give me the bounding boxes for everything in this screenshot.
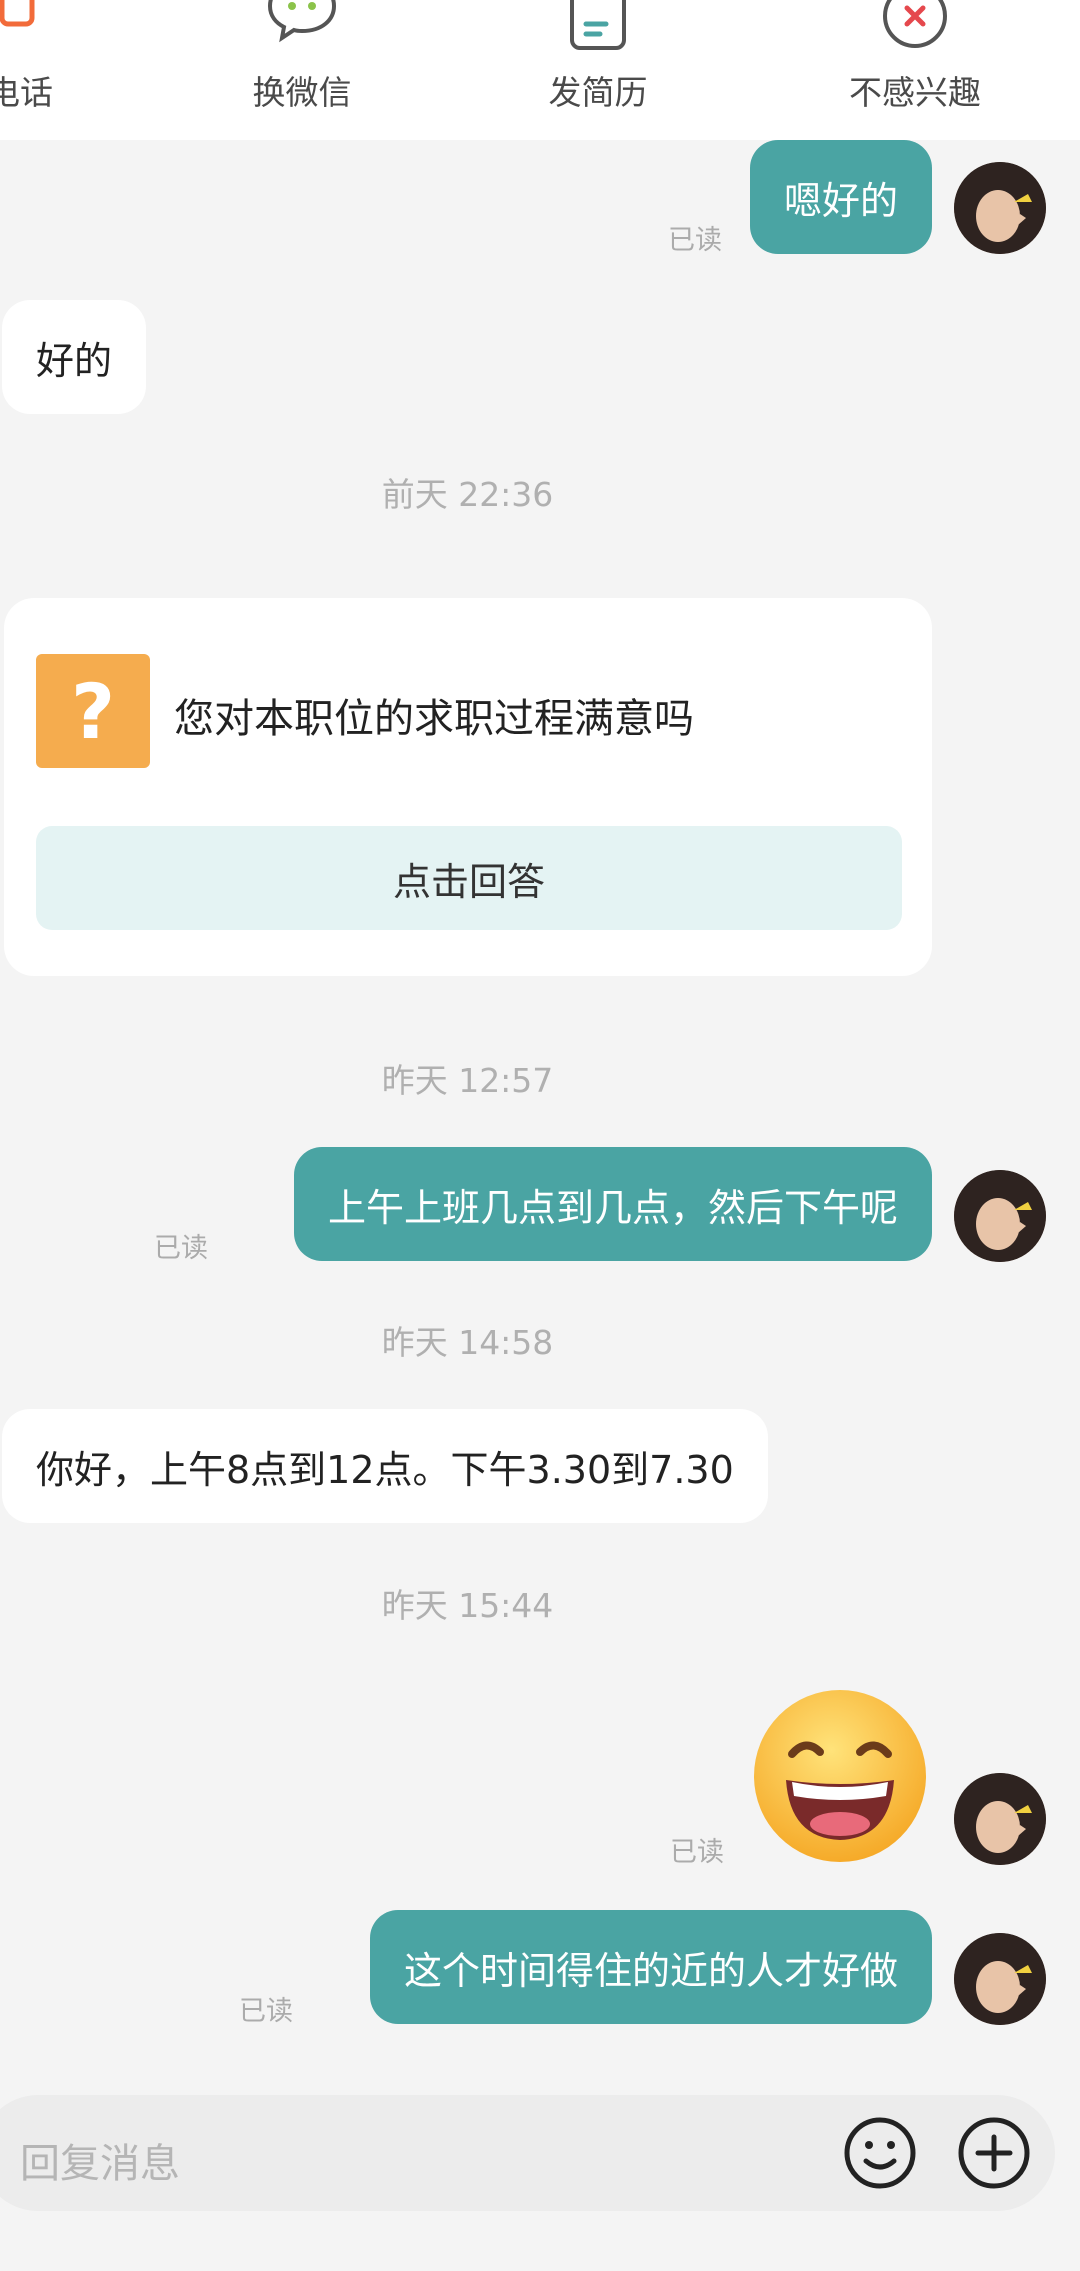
- wechat-action[interactable]: 换微信: [172, 0, 432, 140]
- call-label: 电话: [0, 73, 53, 112]
- survey-card: ? 您对本职位的求职过程满意吗 点击回答: [4, 598, 932, 976]
- message-bubble-incoming[interactable]: 你好，上午8点到12点。下午3.30到7.30: [2, 1409, 768, 1523]
- resume-label: 发简历: [548, 73, 648, 112]
- read-status: 已读: [668, 225, 722, 256]
- not-interested-label: 不感兴趣: [849, 73, 981, 112]
- message-bubble-outgoing[interactable]: 这个时间得住的近的人才好做: [369, 1910, 932, 2024]
- read-status: 已读: [670, 1837, 724, 1868]
- call-action[interactable]: 电话: [0, 0, 150, 140]
- answer-button[interactable]: 点击回答: [36, 826, 902, 930]
- avatar[interactable]: [954, 1773, 1046, 1865]
- grinning-face-emoji[interactable]: [752, 1688, 928, 1864]
- reply-input-bar: 回复消息: [0, 2095, 1055, 2211]
- action-bar: 电话 换微信 发简历 不感兴趣: [0, 0, 1080, 140]
- avatar[interactable]: [954, 162, 1046, 254]
- plus-circle-icon[interactable]: [956, 2115, 1032, 2195]
- close-circle-icon: [875, 0, 955, 54]
- timestamp: 前天 22:36: [381, 475, 554, 514]
- survey-question: 您对本职位的求职过程满意吗: [174, 696, 694, 742]
- message-bubble-outgoing[interactable]: 上午上班几点到几点，然后下午呢: [293, 1147, 932, 1261]
- not-interested-action[interactable]: 不感兴趣: [785, 0, 1045, 140]
- wechat-icon: [262, 0, 342, 54]
- read-status: 已读: [154, 1233, 208, 1264]
- avatar[interactable]: [954, 1170, 1046, 1262]
- resume-action[interactable]: 发简历: [468, 0, 728, 140]
- question-icon: ?: [36, 654, 150, 768]
- wechat-label: 换微信: [252, 73, 352, 112]
- phone-icon: [0, 0, 60, 54]
- smiley-icon[interactable]: [842, 2115, 918, 2195]
- message-bubble-incoming[interactable]: 好的: [2, 300, 147, 414]
- timestamp: 昨天 15:44: [381, 1586, 554, 1625]
- resume-icon: [558, 0, 638, 54]
- reply-input[interactable]: 回复消息: [20, 2131, 180, 2189]
- read-status: 已读: [239, 1996, 293, 2027]
- timestamp: 昨天 14:58: [381, 1323, 554, 1362]
- avatar[interactable]: [954, 1933, 1046, 2025]
- message-bubble-outgoing[interactable]: 嗯好的: [749, 140, 932, 254]
- timestamp: 昨天 12:57: [381, 1061, 554, 1100]
